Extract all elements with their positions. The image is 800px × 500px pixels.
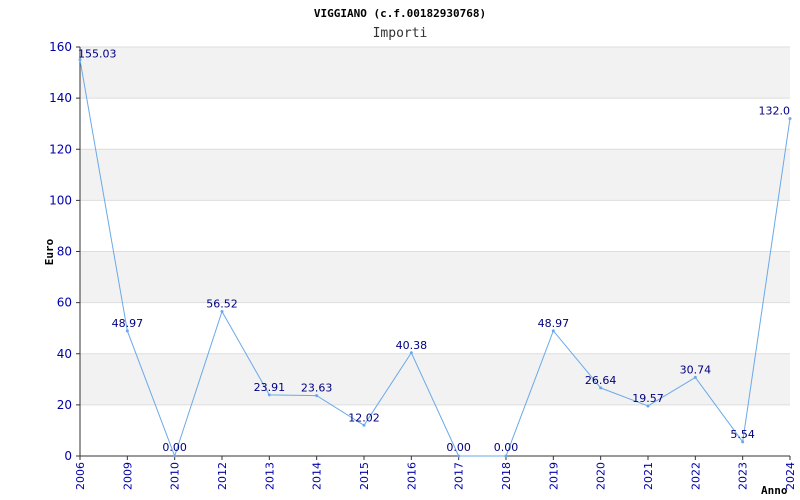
y-axis-label: Euro	[43, 238, 56, 265]
data-label: 48.97	[112, 317, 144, 330]
grid-band	[80, 251, 790, 303]
data-label: 0.00	[494, 441, 519, 454]
x-tick-labels: 2006 2009 2010 2012 2013 2014 2015 2016 2017 2018…	[74, 456, 797, 490]
data-label: 0.00	[446, 441, 471, 454]
x-tick-label: 2012	[216, 462, 229, 490]
y-tick-label: 40	[57, 347, 72, 361]
y-tick-label: 80	[57, 245, 72, 259]
data-label: 5.54	[730, 428, 755, 441]
grid-band	[80, 149, 790, 201]
x-tick-label: 2022	[689, 462, 702, 490]
data-label: 155.03	[78, 48, 117, 61]
data-label: 56.52	[206, 298, 238, 311]
x-tick-label: 2019	[547, 462, 560, 490]
data-point	[457, 454, 461, 458]
y-tick-label: 60	[57, 296, 72, 310]
grid-bands	[80, 47, 790, 405]
y-tick-label: 120	[49, 142, 72, 156]
x-tick-label: 2010	[169, 462, 182, 490]
y-tick-label: 0	[64, 449, 72, 463]
data-label: 0.00	[162, 441, 187, 454]
data-label: 132.0	[759, 105, 791, 118]
grid-band	[80, 353, 790, 405]
y-tick-label: 160	[49, 40, 72, 54]
data-label: 23.63	[301, 382, 333, 395]
data-label: 12.02	[348, 411, 380, 424]
data-label: 23.91	[254, 381, 286, 394]
x-tick-label: 2015	[358, 462, 371, 490]
x-tick-label: 2013	[263, 462, 276, 490]
chart-title: VIGGIANO (c.f.00182930768)	[314, 7, 486, 20]
x-tick-label: 2017	[453, 462, 466, 490]
y-tick-label: 100	[49, 193, 72, 207]
data-label: 48.97	[538, 317, 570, 330]
data-label: 40.38	[396, 339, 428, 352]
y-tick-label: 140	[49, 91, 72, 105]
x-tick-label: 2020	[595, 462, 608, 490]
data-label: 19.57	[632, 392, 664, 405]
y-tick-label: 20	[57, 398, 72, 412]
chart-subtitle: Importi	[373, 26, 428, 41]
x-axis-label: Anno	[761, 484, 788, 497]
x-tick-label: 2016	[405, 462, 418, 490]
chart: 020406080100120140160 2006 2009 2010 2012 20…	[43, 7, 797, 497]
x-tick-label: 2018	[500, 462, 513, 490]
data-label: 30.74	[680, 363, 712, 376]
x-tick-label: 2021	[642, 462, 655, 490]
x-tick-label: 2023	[737, 462, 750, 490]
x-tick-label: 2006	[74, 462, 87, 490]
data-point	[173, 454, 177, 458]
data-point	[504, 454, 508, 458]
x-tick-label: 2014	[311, 462, 324, 490]
grid-band	[80, 47, 790, 99]
data-label: 26.64	[585, 374, 617, 387]
x-tick-label: 2009	[121, 462, 134, 490]
gridlines	[80, 46, 790, 406]
